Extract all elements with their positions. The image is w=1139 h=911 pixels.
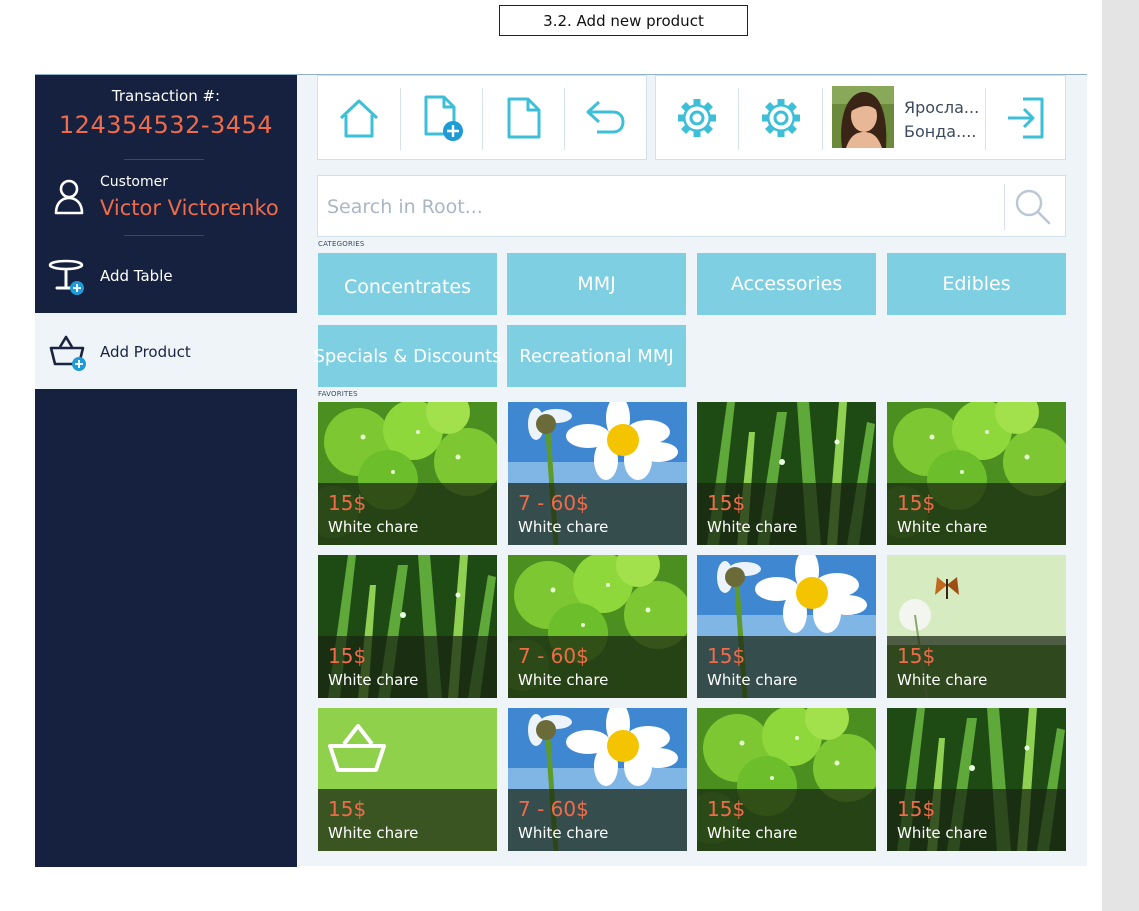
settings-button[interactable]: [656, 86, 738, 150]
product-price: 15$: [707, 797, 746, 821]
sidebar-item-add-table[interactable]: Add Table: [35, 237, 297, 313]
customer-icon: [54, 179, 84, 215]
product-name: White chare: [897, 671, 988, 689]
logout-icon: [1008, 97, 1044, 139]
product-tile[interactable]: 15$ White chare: [887, 555, 1066, 698]
product-name: White chare: [897, 824, 988, 842]
product-price: 15$: [707, 491, 746, 515]
product-price: 15$: [897, 644, 936, 668]
sidebar-item-label: Add Table: [100, 267, 173, 285]
product-name: White chare: [518, 671, 609, 689]
product-tile[interactable]: 15$ White chare: [697, 708, 876, 851]
product-price: 15$: [328, 491, 367, 515]
product-price: 7 - 60$: [518, 797, 589, 821]
user-name[interactable]: Яросла... Бонда....: [904, 96, 979, 144]
product-name: White chare: [707, 671, 798, 689]
product-name: White chare: [897, 518, 988, 536]
user-photo: [832, 86, 894, 148]
sidebar-item-label: Add Product: [100, 343, 191, 361]
margin-strip: [1102, 0, 1139, 911]
customer-label: Customer: [100, 174, 169, 190]
sidebar: Transaction #: 124354532-3454 Customer V…: [35, 75, 297, 867]
divider: [124, 235, 204, 236]
search-bar: [317, 175, 1066, 237]
sidebar-item-add-product[interactable]: Add Product: [35, 313, 297, 389]
add-product-basket-icon: [49, 335, 86, 371]
product-tile[interactable]: 7 - 60$ White chare: [508, 555, 687, 698]
product-tile[interactable]: 15$ White chare: [318, 402, 497, 545]
logout-button[interactable]: [986, 86, 1066, 150]
search-icon[interactable]: [1014, 188, 1052, 226]
back-arrow-icon: [586, 100, 625, 134]
toolbar-actions: [317, 75, 647, 160]
transaction-label: Transaction #:: [111, 87, 221, 105]
product-tile[interactable]: 15$ White chare: [697, 402, 876, 545]
product-tile[interactable]: 15$ White chare: [697, 555, 876, 698]
product-name: White chare: [328, 518, 419, 536]
product-tile[interactable]: 15$ White chare: [887, 402, 1066, 545]
new-document-button[interactable]: [401, 86, 483, 150]
category-mmj[interactable]: MMJ: [507, 253, 686, 315]
category-recreational-mmj[interactable]: Recreational MMJ: [507, 325, 686, 387]
product-tile[interactable]: 7 - 60$ White chare: [508, 708, 687, 851]
product-tile[interactable]: 15$ White chare: [887, 708, 1066, 851]
user-first-name: Яросла...: [904, 98, 980, 117]
back-button[interactable]: [565, 86, 647, 150]
page: 3.2. Add new product Transaction #: 1243…: [0, 0, 1139, 911]
transaction-number: 124354532-3454: [58, 111, 274, 139]
category-concentrates[interactable]: Concentrates: [318, 253, 497, 315]
avatar[interactable]: [832, 86, 894, 148]
favorites-heading: FAVORITES: [318, 390, 358, 398]
divider: [124, 159, 204, 160]
product-price: 15$: [328, 644, 367, 668]
product-price: 15$: [328, 797, 367, 821]
settings-icon: [762, 99, 800, 137]
product-name: White chare: [707, 824, 798, 842]
product-tile[interactable]: 7 - 60$ White chare: [508, 402, 687, 545]
settings-icon: [678, 99, 716, 137]
search-input[interactable]: [327, 191, 987, 223]
user-last-name: Бонда....: [904, 122, 977, 141]
product-name: White chare: [518, 518, 609, 536]
product-tile[interactable]: 15$ White chare: [318, 555, 497, 698]
product-name: White chare: [328, 824, 419, 842]
categories-heading: CATEGORIES: [318, 240, 365, 248]
product-price: 15$: [707, 644, 746, 668]
pos-app: Transaction #: 124354532-3454 Customer V…: [35, 74, 1087, 867]
product-price: 15$: [897, 491, 936, 515]
home-button[interactable]: [318, 86, 400, 150]
add-table-icon: [48, 259, 84, 295]
category-specials-discounts[interactable]: Specials & Discounts: [313, 325, 502, 387]
product-name: White chare: [518, 824, 609, 842]
product-price: 7 - 60$: [518, 644, 589, 668]
product-name: White chare: [328, 671, 419, 689]
screen-caption: 3.2. Add new product: [499, 5, 748, 36]
divider: [822, 88, 823, 150]
home-icon: [339, 99, 379, 138]
customer-name[interactable]: Victor Victorenko: [100, 196, 279, 220]
toolbar-user: Яросла... Бонда....: [655, 75, 1066, 160]
document-icon: [507, 97, 541, 139]
product-price: 15$: [897, 797, 936, 821]
product-name: White chare: [707, 518, 798, 536]
new-document-icon: [424, 95, 463, 141]
settings-button[interactable]: [739, 86, 823, 150]
product-tile[interactable]: 15$ White chare: [318, 708, 497, 851]
category-edibles[interactable]: Edibles: [887, 253, 1066, 315]
divider: [1004, 184, 1005, 230]
product-price: 7 - 60$: [518, 491, 589, 515]
category-accessories[interactable]: Accessories: [697, 253, 876, 315]
document-button[interactable]: [483, 86, 565, 150]
